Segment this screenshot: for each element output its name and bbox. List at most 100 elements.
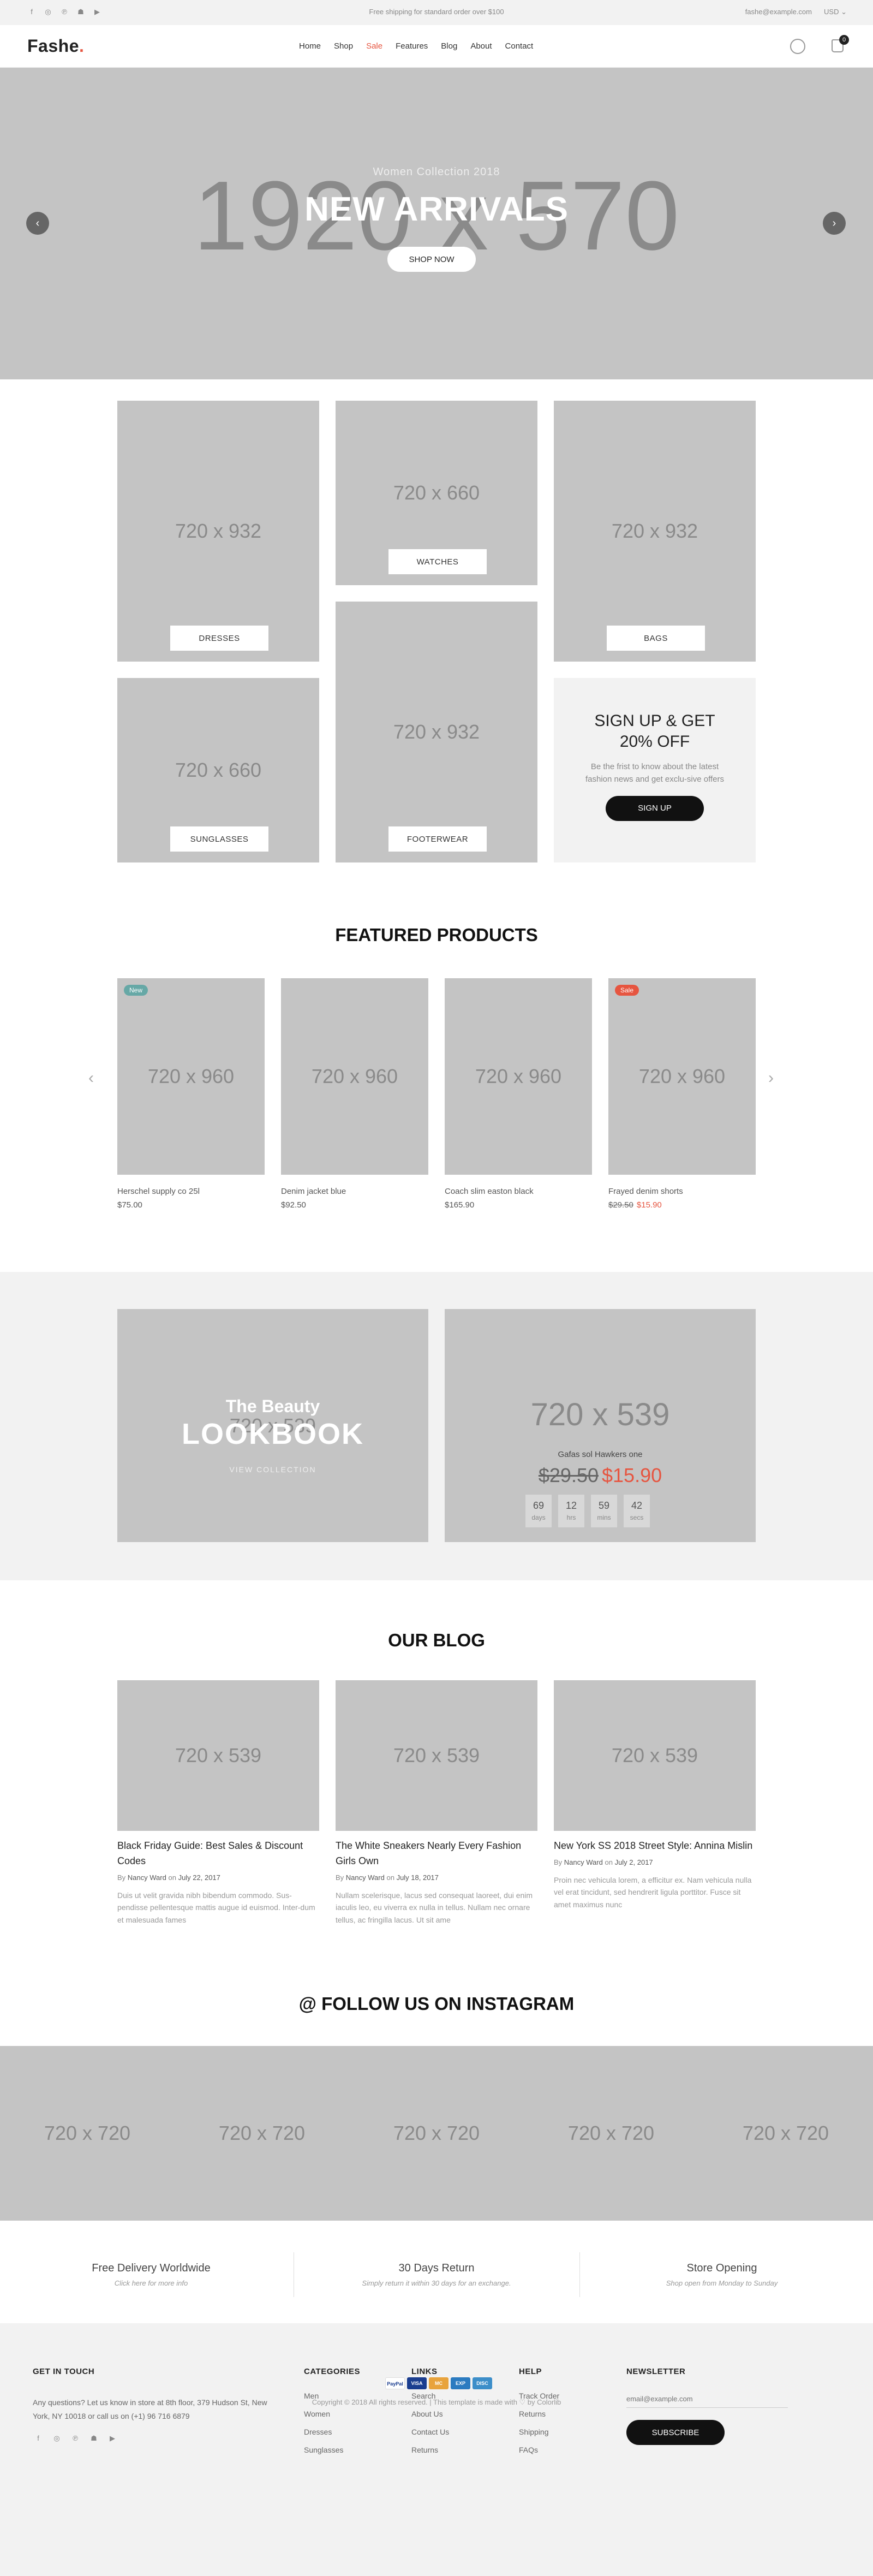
countdown-unit: hrs bbox=[566, 1514, 576, 1521]
instagram-tile[interactable]: 720 x 720 bbox=[698, 2046, 873, 2221]
category-dresses-button[interactable]: DRESSES bbox=[170, 626, 268, 651]
product-image[interactable]: 720 x 960 bbox=[281, 978, 428, 1175]
blog-on: on bbox=[605, 1858, 613, 1866]
footer-link[interactable]: Returns bbox=[519, 2405, 559, 2423]
image-placeholder-size: 720 x 660 bbox=[393, 481, 480, 504]
category-sunglasses[interactable]: 720 x 660 SUNGLASSES bbox=[117, 678, 319, 862]
nav-home[interactable]: Home bbox=[299, 41, 321, 51]
amex-icon: EXP bbox=[451, 2377, 470, 2389]
product-name[interactable]: Denim jacket blue bbox=[281, 1187, 428, 1196]
shipping-notice: Free shipping for standard order over $1… bbox=[369, 8, 504, 16]
footer-link[interactable]: FAQs bbox=[519, 2441, 559, 2459]
category-footerwear[interactable]: 720 x 932 FOOTERWEAR bbox=[336, 602, 537, 862]
countdown-minutes: 59 mins bbox=[591, 1495, 617, 1527]
instagram-icon[interactable]: ◎ bbox=[51, 2433, 62, 2444]
image-placeholder-size: 720 x 720 bbox=[218, 2122, 306, 2144]
facebook-icon[interactable]: f bbox=[33, 2433, 44, 2444]
blog-image[interactable]: 720 x 539 bbox=[554, 1680, 756, 1831]
youtube-icon[interactable]: ▶ bbox=[107, 2433, 118, 2444]
view-collection-link[interactable]: VIEW COLLECTION bbox=[117, 1465, 428, 1474]
countdown-unit: days bbox=[531, 1514, 546, 1521]
blog-date: July 18, 2017 bbox=[396, 1873, 439, 1882]
product-name[interactable]: Frayed denim shorts bbox=[608, 1187, 756, 1196]
nav-sale[interactable]: Sale bbox=[366, 41, 382, 51]
instagram-tile[interactable]: 720 x 720 bbox=[349, 2046, 524, 2221]
footer-link[interactable]: Returns bbox=[411, 2441, 449, 2459]
blog-image[interactable]: 720 x 539 bbox=[336, 1680, 537, 1831]
product-price: $75.00 bbox=[117, 1200, 142, 1210]
blog-author[interactable]: Nancy Ward bbox=[564, 1858, 603, 1866]
pinterest-icon[interactable]: ℗ bbox=[70, 2433, 81, 2444]
nav-about[interactable]: About bbox=[470, 41, 492, 51]
category-dresses[interactable]: 720 x 932 DRESSES bbox=[117, 401, 319, 662]
product-name[interactable]: Herschel supply co 25l bbox=[117, 1187, 265, 1196]
logo[interactable]: Fashe. bbox=[27, 36, 84, 56]
product-card[interactable]: 720 x 960 Sale Frayed denim shorts $29.5… bbox=[608, 978, 756, 1210]
user-icon[interactable] bbox=[790, 39, 805, 54]
nav-shop[interactable]: Shop bbox=[334, 41, 353, 51]
nav-contact[interactable]: Contact bbox=[505, 41, 534, 51]
top-bar: f ◎ ℗ ☗ ▶ Free shipping for standard ord… bbox=[0, 0, 873, 25]
footer-link[interactable]: About Us bbox=[411, 2405, 449, 2423]
blog-author[interactable]: Nancy Ward bbox=[128, 1873, 166, 1882]
deal-of-day[interactable]: 720 x 539 Gafas sol Hawkers one $29.50 $1… bbox=[445, 1309, 756, 1542]
product-name[interactable]: Coach slim easton black bbox=[445, 1187, 592, 1196]
signup-title: SIGN UP & GET 20% OFF bbox=[554, 711, 756, 752]
lookbook-banner[interactable]: 720 x 539 The Beauty LOOKBOOK VIEW COLLE… bbox=[117, 1309, 428, 1542]
blog-post: 720 x 539 New York SS 2018 Street Style:… bbox=[554, 1680, 756, 1911]
blog-post-title[interactable]: Black Friday Guide: Best Sales & Discoun… bbox=[117, 1839, 319, 1869]
product-image[interactable]: 720 x 960 Sale bbox=[608, 978, 756, 1175]
footer-link[interactable]: Sunglasses bbox=[304, 2441, 360, 2459]
product-image[interactable]: 720 x 960 bbox=[445, 978, 592, 1175]
shop-now-button[interactable]: SHOP NOW bbox=[387, 247, 476, 272]
signup-button[interactable]: SIGN UP bbox=[606, 795, 704, 821]
category-watches[interactable]: 720 x 660 WATCHES bbox=[336, 401, 537, 585]
product-image[interactable]: 720 x 960 New bbox=[117, 978, 265, 1175]
product-card[interactable]: 720 x 960 New Herschel supply co 25l $75… bbox=[117, 978, 265, 1210]
footer-link[interactable]: Women bbox=[304, 2405, 360, 2423]
category-footerwear-button[interactable]: FOOTERWEAR bbox=[388, 826, 487, 852]
products-prev-arrow-icon[interactable]: ‹ bbox=[88, 1069, 94, 1087]
product-card[interactable]: 720 x 960 Coach slim easton black $165.9… bbox=[445, 978, 592, 1210]
footer-link[interactable]: Shipping bbox=[519, 2423, 559, 2441]
hero-next-arrow-icon[interactable]: › bbox=[823, 212, 846, 235]
category-watches-button[interactable]: WATCHES bbox=[388, 549, 487, 574]
image-placeholder-size: 720 x 720 bbox=[44, 2122, 131, 2144]
instagram-tile[interactable]: 720 x 720 bbox=[524, 2046, 698, 2221]
instagram-tile[interactable]: 720 x 720 bbox=[175, 2046, 349, 2221]
blog-on: on bbox=[386, 1873, 394, 1882]
category-bags[interactable]: 720 x 932 BAGS bbox=[554, 401, 756, 662]
currency-select[interactable]: USD ⌄ bbox=[824, 8, 847, 16]
blog-date: July 2, 2017 bbox=[614, 1858, 653, 1866]
blog-author[interactable]: Nancy Ward bbox=[346, 1873, 385, 1882]
feature-title: 30 Days Return bbox=[398, 2262, 475, 2274]
feature-free-delivery: Free Delivery Worldwide Click here for m… bbox=[5, 2262, 297, 2287]
signup-text: Be the frist to know about the latest fa… bbox=[585, 762, 725, 784]
blog-by: By bbox=[554, 1858, 563, 1866]
category-sunglasses-button[interactable]: SUNGLASSES bbox=[170, 826, 268, 852]
category-bags-button[interactable]: BAGS bbox=[607, 626, 705, 651]
subscribe-button[interactable]: SUBSCRIBE bbox=[626, 2420, 725, 2445]
footer-help: HELP Track Order Returns Shipping FAQs bbox=[519, 2367, 559, 2459]
footer-link[interactable]: Dresses bbox=[304, 2423, 360, 2441]
top-email[interactable]: fashe@example.com bbox=[745, 8, 812, 16]
nav-features[interactable]: Features bbox=[396, 41, 428, 51]
blog-post-title[interactable]: New York SS 2018 Street Style: Annina Mi… bbox=[554, 1839, 756, 1854]
image-placeholder-size: 720 x 932 bbox=[175, 520, 262, 542]
deal-product-name[interactable]: Gafas sol Hawkers one bbox=[445, 1450, 756, 1459]
product-card[interactable]: 720 x 960 Denim jacket blue $92.50 bbox=[281, 978, 428, 1210]
instagram-tile[interactable]: 720 x 720 bbox=[0, 2046, 175, 2221]
nav-blog[interactable]: Blog bbox=[441, 41, 457, 51]
blog-image[interactable]: 720 x 539 bbox=[117, 1680, 319, 1831]
snapchat-icon[interactable]: ☗ bbox=[88, 2433, 99, 2444]
hero-prev-arrow-icon[interactable]: ‹ bbox=[26, 212, 49, 235]
footer-help-title: HELP bbox=[519, 2367, 542, 2376]
blog-post-title[interactable]: The White Sneakers Nearly Every Fashion … bbox=[336, 1839, 537, 1869]
feature-subtitle[interactable]: Click here for more info bbox=[5, 2279, 297, 2287]
hero-slider: 1920 x 570 Women Collection 2018 NEW ARR… bbox=[0, 68, 873, 379]
product-price: $29.50 $15.90 bbox=[608, 1200, 756, 1210]
footer-link[interactable]: Contact Us bbox=[411, 2423, 449, 2441]
countdown-unit: secs bbox=[630, 1514, 644, 1521]
products-next-arrow-icon[interactable]: › bbox=[768, 1069, 774, 1087]
blog-post: 720 x 539 Black Friday Guide: Best Sales… bbox=[117, 1680, 319, 1926]
